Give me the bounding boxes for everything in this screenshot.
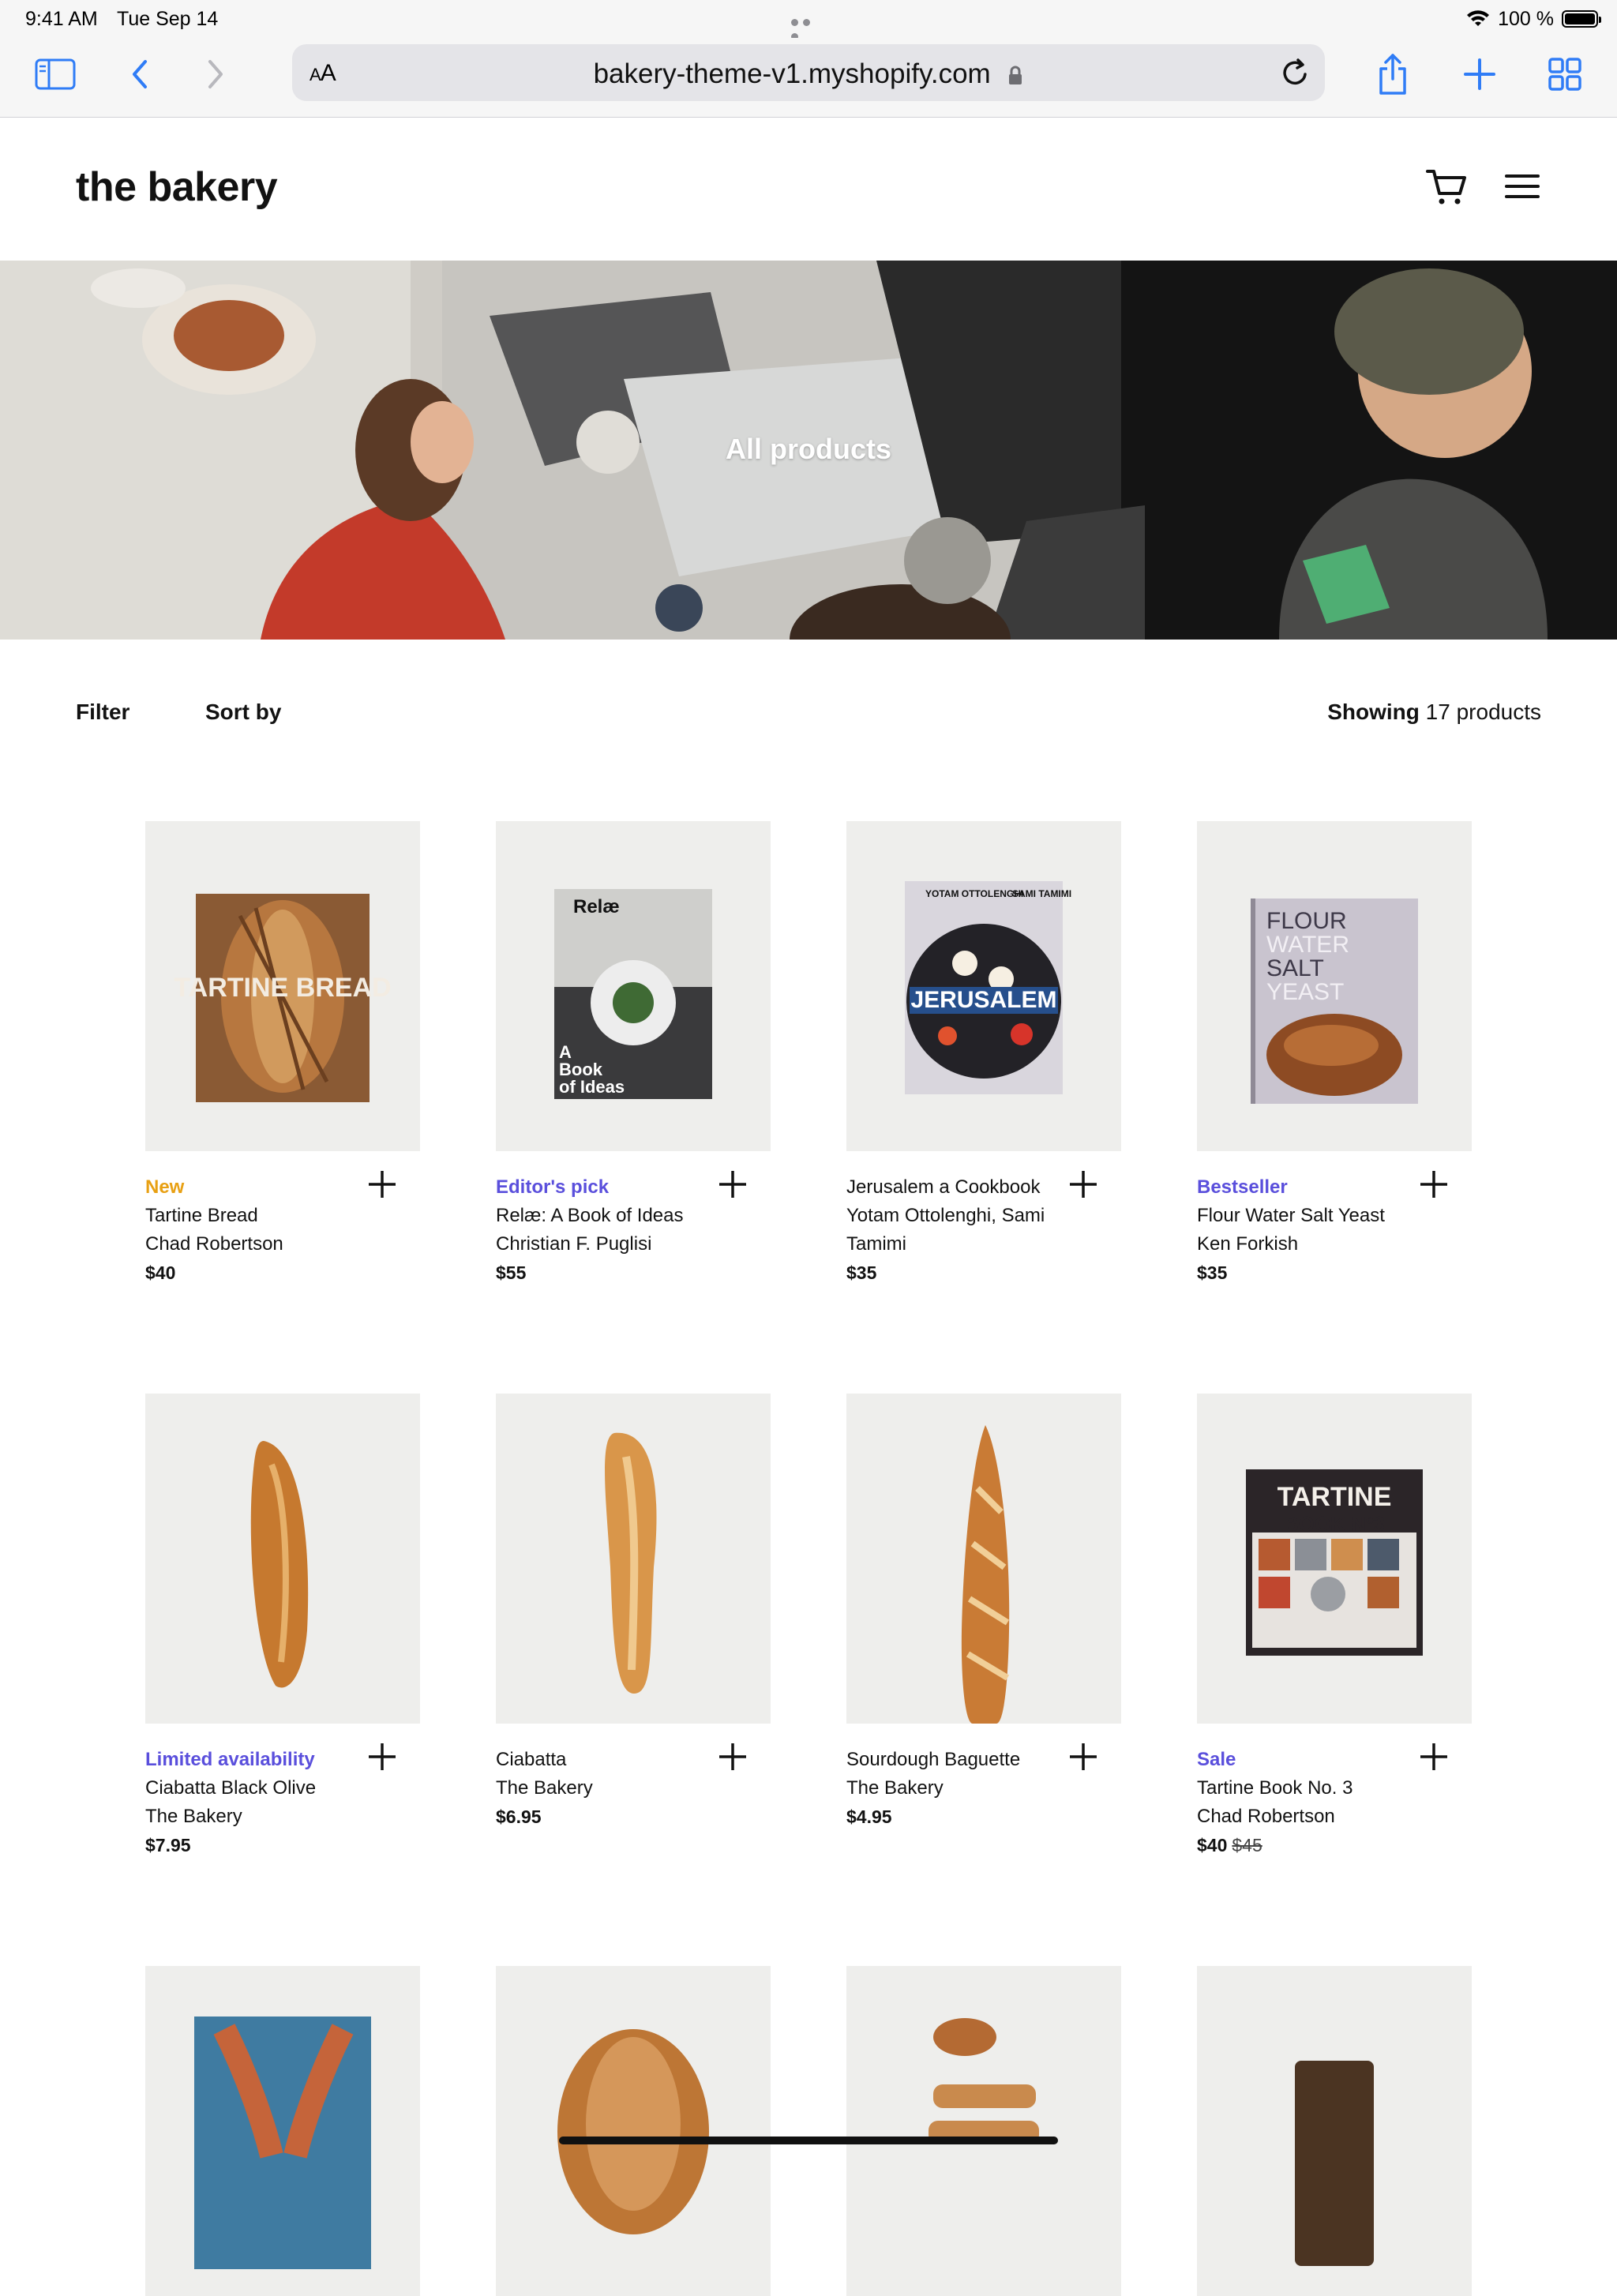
cover-title-line: WATER bbox=[1266, 932, 1349, 958]
product-author: The Bakery bbox=[846, 1777, 944, 1799]
battery-icon bbox=[1562, 10, 1601, 28]
sort-button[interactable]: Sort by bbox=[205, 700, 281, 725]
menu-icon[interactable] bbox=[1505, 173, 1540, 200]
product-badge: Bestseller bbox=[1197, 1176, 1288, 1198]
battery-percent: 100 % bbox=[1498, 7, 1554, 30]
status-bar: 9:41 AM Tue Sep 14 100 % bbox=[0, 0, 1617, 40]
share-icon[interactable] bbox=[1369, 51, 1416, 98]
product-title[interactable]: Jerusalem a Cookbook bbox=[846, 1173, 1083, 1202]
product-image[interactable]: YOTAM OTTOLENGHI SAMI TAMIMI JERUSALEM bbox=[846, 821, 1121, 1151]
product-image[interactable] bbox=[145, 1394, 420, 1724]
status-time: 9:41 AM bbox=[25, 8, 98, 30]
product-title[interactable]: Tartine Book No. 3 bbox=[1197, 1774, 1434, 1803]
product-image[interactable] bbox=[145, 1966, 420, 2296]
cover-author-line: SAMI TAMIMI bbox=[1012, 888, 1071, 899]
cover-title-line: FLOUR bbox=[1266, 908, 1347, 934]
product-badge: Editor's pick bbox=[496, 1176, 610, 1198]
product-title[interactable]: Ciabatta Black Olive bbox=[145, 1774, 382, 1803]
product-author: The Bakery bbox=[496, 1777, 593, 1799]
product-price: $40 bbox=[145, 1262, 176, 1283]
site-header: the bakery bbox=[0, 118, 1617, 260]
collection-toolbar: Filter Sort by Showing 17 products bbox=[0, 687, 1617, 734]
cover-title-line: TARTINE bbox=[1277, 1482, 1392, 1512]
product-image[interactable] bbox=[496, 1966, 771, 2296]
product-title[interactable]: Ciabatta bbox=[496, 1746, 733, 1774]
store-logo[interactable]: the bakery bbox=[76, 163, 278, 211]
product-price: $4.95 bbox=[846, 1806, 892, 1827]
product-author: Ken Forkish bbox=[1197, 1233, 1299, 1255]
add-to-cart-plus-icon[interactable] bbox=[1418, 1169, 1450, 1200]
product-author: Yotam Ottolenghi, Sami Tamimi bbox=[846, 1205, 1045, 1255]
address-bar[interactable]: AA bakery-theme-v1.myshopify.com bbox=[292, 44, 1325, 101]
add-to-cart-plus-icon[interactable] bbox=[366, 1741, 398, 1773]
status-date: Tue Sep 14 bbox=[117, 8, 219, 30]
product-badge: Limited availability bbox=[145, 1749, 315, 1770]
product-author: Christian F. Puglisi bbox=[496, 1233, 652, 1255]
forward-icon[interactable] bbox=[193, 51, 240, 98]
product-image[interactable] bbox=[846, 1966, 1121, 2296]
product-badge: New bbox=[145, 1176, 185, 1198]
add-to-cart-plus-icon[interactable] bbox=[1418, 1741, 1450, 1773]
product-price: $55 bbox=[496, 1262, 527, 1283]
cover-title-line: JERUSALEM bbox=[910, 987, 1056, 1013]
url-text: bakery-theme-v1.myshopify.com bbox=[593, 58, 991, 89]
multitasking-dots-icon[interactable] bbox=[791, 16, 826, 40]
hero-title: All products bbox=[725, 433, 891, 465]
wifi-icon bbox=[1467, 10, 1490, 26]
add-to-cart-plus-icon[interactable] bbox=[717, 1169, 748, 1200]
new-tab-icon[interactable] bbox=[1456, 51, 1503, 98]
product-price: $6.95 bbox=[496, 1806, 542, 1827]
product-image[interactable]: TARTINE BOOK Nº3 bbox=[1197, 1394, 1472, 1724]
sidebar-toggle-icon[interactable] bbox=[32, 51, 79, 98]
product-image[interactable] bbox=[846, 1394, 1121, 1724]
cover-title-line: of Ideas bbox=[559, 1077, 625, 1097]
product-price: $7.95 bbox=[145, 1835, 191, 1855]
cover-title-line: Relæ bbox=[573, 896, 620, 917]
filter-button[interactable]: Filter bbox=[76, 700, 129, 725]
hero-banner: All products bbox=[0, 261, 1617, 640]
product-badge: Sale bbox=[1197, 1749, 1236, 1770]
cover-title-line: BOOK Nº3 bbox=[1284, 1512, 1385, 1536]
browser-toolbar: AA bakery-theme-v1.myshopify.com bbox=[0, 38, 1617, 118]
tabs-overview-icon[interactable] bbox=[1541, 51, 1589, 98]
add-to-cart-plus-icon[interactable] bbox=[1067, 1169, 1099, 1200]
compare-price: $45 bbox=[1232, 1835, 1262, 1855]
cart-icon[interactable] bbox=[1426, 168, 1467, 206]
product-title[interactable]: Tartine Bread bbox=[145, 1202, 382, 1230]
cover-title-line: TARTINE BREAD bbox=[174, 973, 391, 1003]
product-image[interactable]: Relæ A Book of Ideas bbox=[496, 821, 771, 1151]
cover-title-line: YEAST bbox=[1266, 979, 1344, 1005]
add-to-cart-plus-icon[interactable] bbox=[717, 1741, 748, 1773]
product-image[interactable]: FLOUR WATER SALT YEAST bbox=[1197, 821, 1472, 1151]
product-price: $35 bbox=[846, 1262, 877, 1283]
product-image[interactable] bbox=[1197, 1966, 1472, 2296]
reload-icon[interactable] bbox=[1279, 55, 1311, 90]
product-title[interactable]: Flour Water Salt Yeast bbox=[1197, 1202, 1434, 1230]
add-to-cart-plus-icon[interactable] bbox=[366, 1169, 398, 1200]
product-author: The Bakery bbox=[145, 1806, 242, 1827]
cover-author-line: YOTAM OTTOLENGHI bbox=[925, 888, 1023, 899]
product-price: $35 bbox=[1197, 1262, 1228, 1283]
home-indicator[interactable] bbox=[559, 2137, 1058, 2144]
back-icon[interactable] bbox=[115, 51, 163, 98]
product-author: Chad Robertson bbox=[1197, 1806, 1335, 1827]
product-image[interactable]: TARTINE BREAD bbox=[145, 821, 420, 1151]
product-title[interactable]: Sourdough Baguette bbox=[846, 1746, 1083, 1774]
lock-icon bbox=[1009, 66, 1022, 84]
product-title[interactable]: Relæ: A Book of Ideas bbox=[496, 1202, 733, 1230]
add-to-cart-plus-icon[interactable] bbox=[1067, 1741, 1099, 1773]
cover-title-line: SALT bbox=[1266, 955, 1324, 981]
product-price: $40 $45 bbox=[1197, 1835, 1262, 1855]
product-image[interactable] bbox=[496, 1394, 771, 1724]
product-count: Showing 17 products bbox=[1327, 700, 1541, 724]
product-author: Chad Robertson bbox=[145, 1233, 283, 1255]
